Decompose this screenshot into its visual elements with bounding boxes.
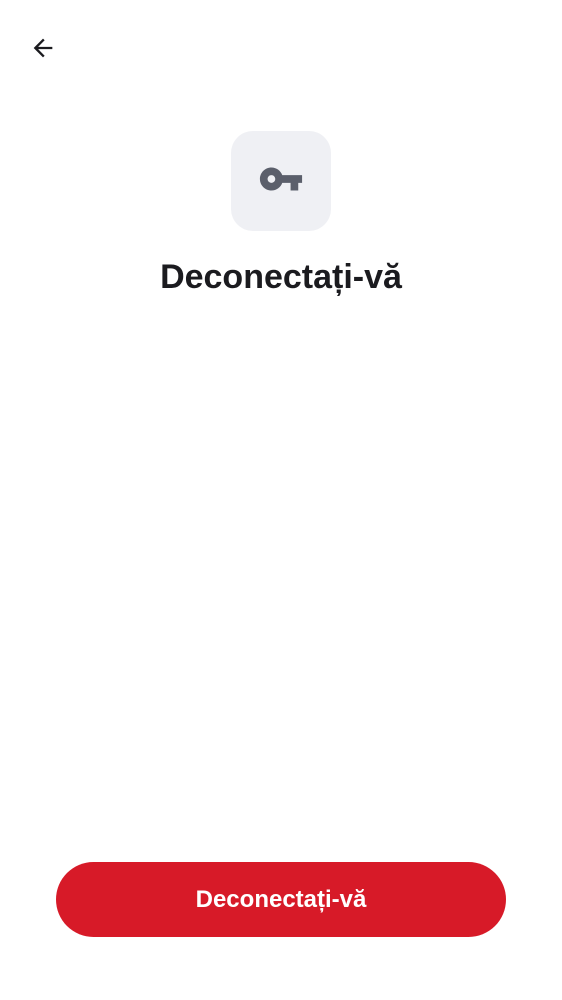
page-title: Deconectați-vă <box>160 258 402 296</box>
key-icon-tile <box>231 131 331 231</box>
key-icon <box>258 156 304 207</box>
arrow-left-icon <box>29 34 57 67</box>
back-button[interactable] <box>22 29 64 71</box>
sign-out-button[interactable]: Deconectați-vă <box>56 862 506 937</box>
